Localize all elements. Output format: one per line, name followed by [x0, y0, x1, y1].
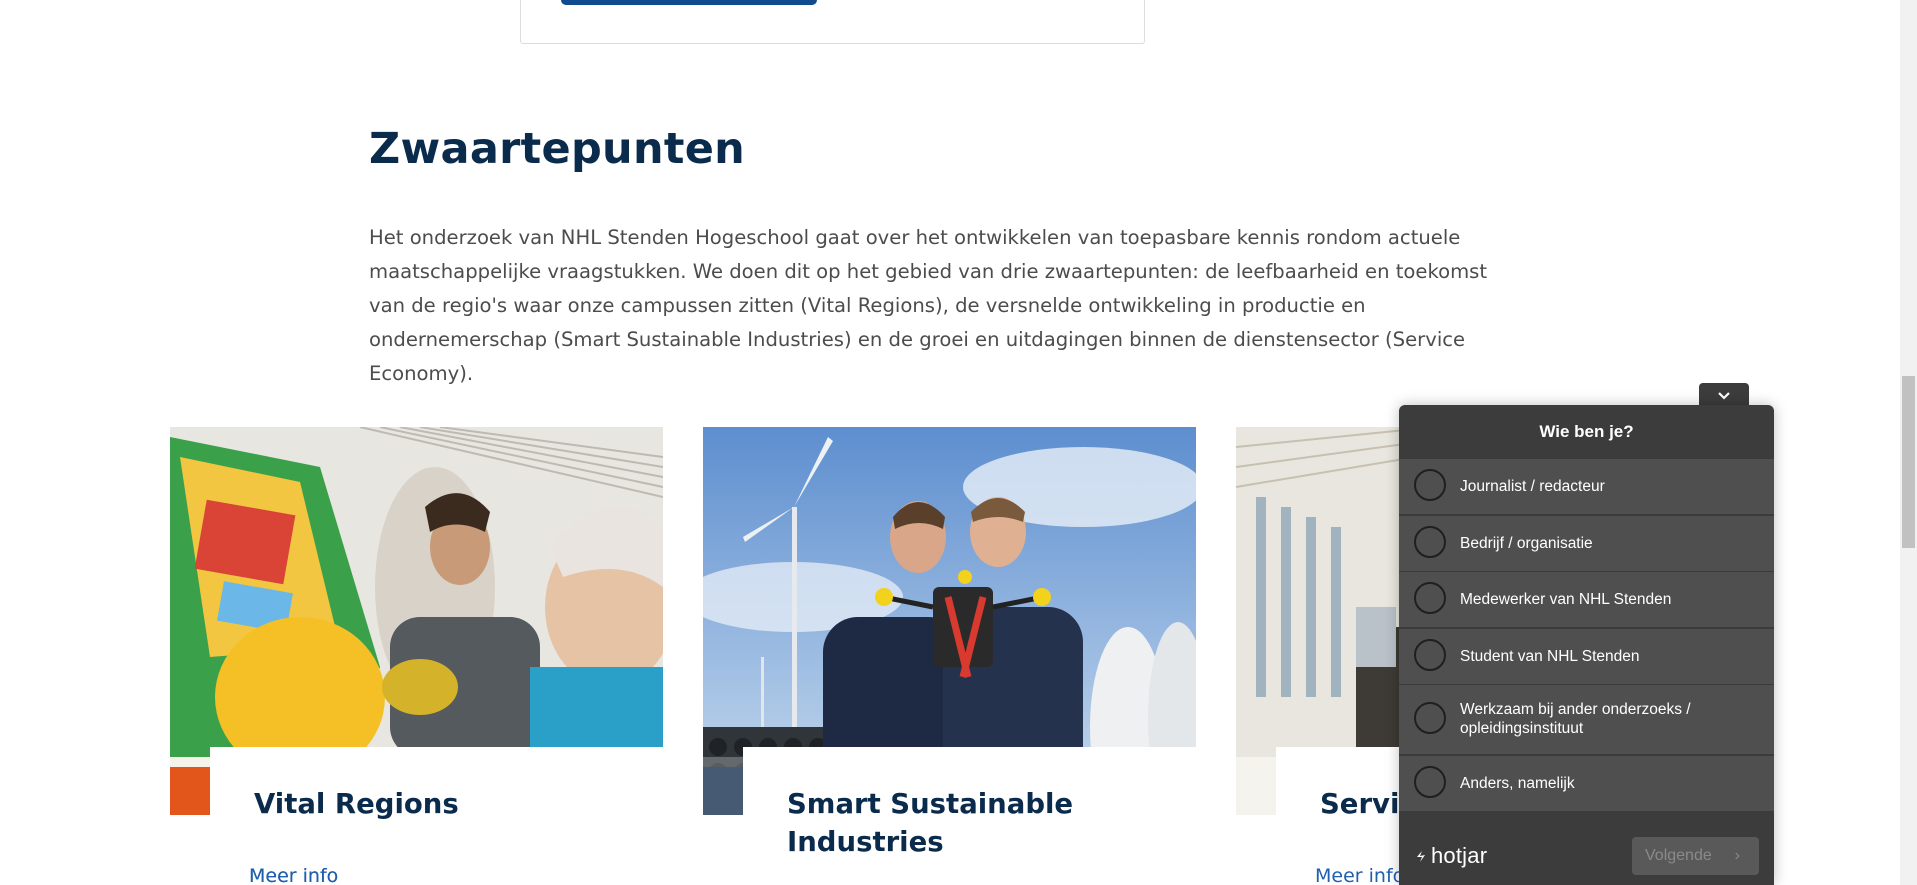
hotjar-flame-icon [1417, 851, 1425, 863]
survey-option[interactable]: Student van NHL Stenden [1399, 628, 1774, 684]
radio-button[interactable] [1414, 526, 1446, 558]
survey-option-label: Journalist / redacteur [1460, 478, 1605, 495]
card-title[interactable]: Vital Regions [254, 785, 614, 823]
survey-option-label: Anders, namelijk [1460, 775, 1575, 792]
card-link-meer-info-vital-regions[interactable]: Meer info [249, 865, 338, 885]
card-panel: Smart Sustainable Industries [743, 747, 1196, 885]
next-button[interactable]: Volgende › [1632, 837, 1759, 875]
chevron-down-icon [1718, 392, 1730, 400]
card-smart-sustainable-industries[interactable]: Smart Sustainable Industries [703, 427, 1196, 885]
radio-button[interactable] [1414, 582, 1446, 614]
survey-option-label: Medewerker van NHL Stenden [1460, 591, 1672, 608]
hotjar-logo[interactable]: hotjar [1414, 843, 1487, 869]
survey-option[interactable]: Anders, namelijk [1399, 755, 1774, 811]
radio-button[interactable] [1414, 702, 1446, 734]
radio-button[interactable] [1414, 469, 1446, 501]
card-link-meer-info[interactable]: Meer info [1315, 865, 1404, 885]
previous-card-button[interactable] [561, 0, 817, 5]
hotjar-brand-text: hotjar [1431, 843, 1488, 868]
survey-option[interactable]: Werkzaam bij ander onderzoeks / opleidin… [1399, 684, 1774, 754]
survey-option-label: Bedrijf / organisatie [1460, 535, 1593, 552]
next-button-label: Volgende [1645, 847, 1712, 864]
survey-widget: Wie ben je? Journalist / redacteur Bedri… [1399, 405, 1774, 885]
card-title[interactable]: Smart Sustainable Industries [787, 785, 1147, 861]
survey-question: Wie ben je? [1539, 422, 1634, 441]
radio-button[interactable] [1414, 639, 1446, 671]
survey-option-label: Student van NHL Stenden [1460, 648, 1640, 665]
survey-option[interactable]: Medewerker van NHL Stenden [1399, 571, 1774, 627]
survey-option-label: Werkzaam bij ander onderzoeks / opleidin… [1460, 701, 1691, 737]
chevron-right-icon: › [1734, 847, 1740, 864]
survey-footer: hotjar Volgende › [1399, 817, 1774, 885]
card-vital-regions[interactable]: Vital Regions Meer info [170, 427, 663, 885]
survey-option[interactable]: Journalist / redacteur [1399, 458, 1774, 514]
section-intro: Het onderzoek van NHL Stenden Hogeschool… [369, 226, 1488, 385]
radio-button[interactable] [1414, 766, 1446, 798]
section-title: Zwaartepunten [369, 124, 746, 174]
scrollbar-thumb[interactable] [1902, 376, 1915, 548]
survey-option[interactable]: Bedrijf / organisatie [1399, 515, 1774, 571]
previous-content-card [520, 0, 1145, 44]
